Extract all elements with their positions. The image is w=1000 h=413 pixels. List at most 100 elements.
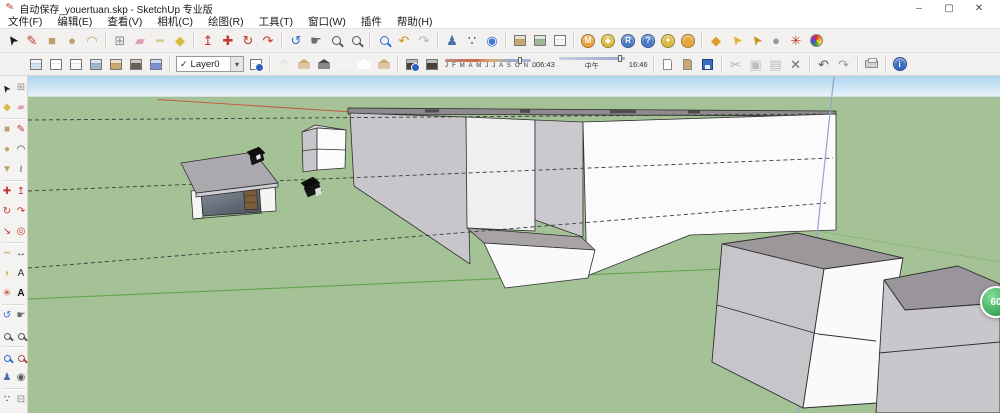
shadow-toggle-button-button[interactable] bbox=[422, 54, 442, 74]
push-pull-tool-button[interactable]: ↥ bbox=[198, 31, 218, 51]
print-button-button[interactable] bbox=[862, 54, 882, 74]
pan-tool-button[interactable]: ☛ bbox=[14, 306, 28, 326]
3d-viewport[interactable]: 60 bbox=[28, 76, 1000, 413]
menu-item[interactable]: 文件(F) bbox=[8, 14, 42, 29]
shadow-time-start-button[interactable]: 06:43 bbox=[534, 54, 557, 74]
style-xray-button[interactable] bbox=[26, 54, 46, 74]
paint-bucket-tool-button[interactable]: ◆ bbox=[0, 98, 14, 118]
position-camera-tool-button[interactable]: ♟ bbox=[0, 368, 14, 388]
style-hidden-line-button[interactable] bbox=[66, 54, 86, 74]
paste-cursor-button-button[interactable]: ➤ bbox=[746, 31, 766, 51]
menu-item[interactable]: 工具(T) bbox=[259, 14, 293, 29]
menu-item[interactable]: 相机(C) bbox=[157, 14, 193, 29]
select-tool-button[interactable]: ➤ bbox=[2, 31, 22, 51]
menu-item[interactable]: 插件 bbox=[361, 14, 382, 29]
toggle-terrain-button-button[interactable] bbox=[530, 31, 550, 51]
circle-tool-button[interactable]: ● bbox=[0, 140, 14, 160]
plugin-badge-tag-button[interactable]: ✦ bbox=[658, 31, 678, 51]
arc-tool-button[interactable]: ◠ bbox=[14, 140, 28, 160]
previous-view-button-button[interactable]: ↶ bbox=[394, 31, 414, 51]
plugin-badge-dot-button[interactable] bbox=[678, 31, 698, 51]
tape-measure-tool-button[interactable]: ┉ bbox=[0, 244, 14, 264]
circle-tool-button[interactable]: ● bbox=[62, 31, 82, 51]
menu-item[interactable]: 窗口(W) bbox=[308, 14, 346, 29]
photo-textures-button-button[interactable] bbox=[550, 31, 570, 51]
push-pull-tool-button[interactable]: ↥ bbox=[14, 182, 28, 202]
rotate-tool-button[interactable]: ↻ bbox=[238, 31, 258, 51]
paint-bucket-tool-button[interactable]: ◆ bbox=[170, 31, 190, 51]
plugin-badge-help-button[interactable]: ? bbox=[638, 31, 658, 51]
model-canvas[interactable] bbox=[28, 76, 1000, 413]
follow-me-tool-button[interactable]: ↷ bbox=[14, 202, 28, 222]
style-shaded-textures-button[interactable] bbox=[106, 54, 126, 74]
freehand-tool-button[interactable]: ≀ bbox=[14, 160, 28, 180]
shadow-date-slider-button[interactable]: J F M A M J J A S O N D bbox=[442, 54, 534, 74]
time-slider-handle[interactable] bbox=[618, 55, 622, 62]
line-tool-button[interactable]: ✎ bbox=[14, 120, 28, 140]
walk-tool-button[interactable]: ∵ bbox=[462, 31, 482, 51]
look-around-tool-button[interactable]: ◉ bbox=[14, 368, 28, 388]
burst-tool-button-button[interactable]: ✳ bbox=[786, 31, 806, 51]
shadow-time-end-button[interactable]: 16:46 bbox=[627, 54, 650, 74]
rectangle-tool-button[interactable]: ■ bbox=[42, 31, 62, 51]
color-wheel-button-button[interactable] bbox=[806, 31, 826, 51]
view-front-button[interactable] bbox=[314, 54, 334, 74]
get-current-view-button-button[interactable] bbox=[510, 31, 530, 51]
move-tool-button[interactable]: ✚ bbox=[0, 182, 14, 202]
section-plane-tool-button[interactable]: ⊟ bbox=[14, 390, 28, 410]
google-earth-button-button[interactable]: ◉ bbox=[482, 31, 502, 51]
zoom-extents-tool-button[interactable] bbox=[374, 31, 394, 51]
plugin-badge-pin-button[interactable]: ◆ bbox=[598, 31, 618, 51]
style-monochrome-button[interactable] bbox=[126, 54, 146, 74]
plugin-badge-r-button[interactable]: R bbox=[618, 31, 638, 51]
minimize-button[interactable]: – bbox=[904, 3, 934, 14]
rotate-tool-button[interactable]: ↻ bbox=[0, 202, 14, 222]
open-file-button-button[interactable] bbox=[678, 54, 698, 74]
new-file-button-button[interactable] bbox=[658, 54, 678, 74]
component-cursor-button-button[interactable]: ➤ bbox=[726, 31, 746, 51]
walk-tool-button[interactable]: ∵ bbox=[0, 390, 14, 410]
style-back-edges-button[interactable] bbox=[146, 54, 166, 74]
menu-item[interactable]: 查看(V) bbox=[107, 14, 142, 29]
line-tool-button[interactable]: ✎ bbox=[22, 31, 42, 51]
plugin-badge-m-button[interactable]: M bbox=[578, 31, 598, 51]
axes-tool-button[interactable]: ✳ bbox=[0, 284, 14, 304]
warehouse-button-button[interactable]: ◆ bbox=[706, 31, 726, 51]
make-component-tool-button[interactable]: ⊞ bbox=[14, 78, 28, 98]
rectangle-tool-button[interactable]: ■ bbox=[0, 120, 14, 140]
position-camera-tool-button[interactable]: ♟ bbox=[442, 31, 462, 51]
follow-me-tool-button[interactable]: ↷ bbox=[258, 31, 278, 51]
building-column-face[interactable] bbox=[535, 120, 583, 237]
eraser-tool-button[interactable]: ▰ bbox=[130, 31, 150, 51]
layer-dropdown-button[interactable]: ✓Layer0▾ bbox=[174, 54, 246, 74]
cut-button-button[interactable]: ✂ bbox=[726, 54, 746, 74]
style-shaded-button[interactable] bbox=[86, 54, 106, 74]
orbit-tool-button[interactable]: ↺ bbox=[286, 31, 306, 51]
text-tool-button[interactable]: A bbox=[14, 264, 28, 284]
polygon-tool-button[interactable]: ▼ bbox=[0, 160, 14, 180]
zoom-tool-button[interactable] bbox=[326, 31, 346, 51]
redo-button-button[interactable]: ↷ bbox=[834, 54, 854, 74]
chevron-down-icon[interactable]: ▾ bbox=[230, 57, 243, 71]
scale-tool-button[interactable]: ↘ bbox=[0, 222, 14, 242]
style-wireframe-button[interactable] bbox=[46, 54, 66, 74]
save-file-button-button[interactable] bbox=[698, 54, 718, 74]
paste-button-button[interactable]: ▤ bbox=[766, 54, 786, 74]
view-back-button[interactable] bbox=[354, 54, 374, 74]
next-view-button-button[interactable]: ↷ bbox=[414, 31, 434, 51]
dimension-tool-button[interactable]: ↔ bbox=[14, 244, 28, 264]
copy-button-button[interactable]: ▣ bbox=[746, 54, 766, 74]
zoom-window-tool-button[interactable] bbox=[14, 326, 28, 346]
menu-item[interactable]: 绘图(R) bbox=[208, 14, 244, 29]
sphere-tool-button-button[interactable]: ● bbox=[766, 31, 786, 51]
delete-button-button[interactable]: ✕ bbox=[786, 54, 806, 74]
shadow-time-slider-button[interactable]: 中午 bbox=[557, 54, 627, 74]
view-top-button[interactable] bbox=[294, 54, 314, 74]
protractor-tool-button[interactable]: ◗ bbox=[0, 264, 14, 284]
view-iso-button[interactable] bbox=[274, 54, 294, 74]
view-left-button[interactable] bbox=[374, 54, 394, 74]
offset-tool-button[interactable]: ◎ bbox=[14, 222, 28, 242]
date-slider-handle[interactable] bbox=[518, 57, 522, 64]
shadow-dialog-button-button[interactable] bbox=[402, 54, 422, 74]
make-component-tool-button[interactable]: ⊞ bbox=[110, 31, 130, 51]
